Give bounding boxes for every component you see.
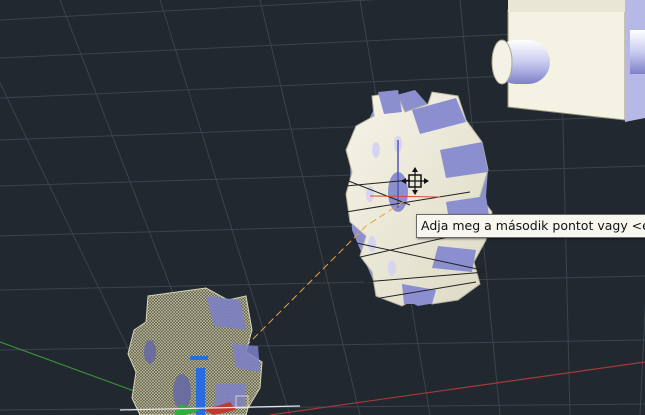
x-axis-line	[269, 361, 645, 415]
drawing-viewport[interactable]: Adja meg a második pontot vagy <első po	[0, 0, 645, 415]
world-axes	[0, 341, 645, 415]
model-space-canvas[interactable]	[0, 0, 645, 415]
command-prompt-tooltip: Adja meg a második pontot vagy <első po	[416, 214, 645, 238]
block-with-shaft[interactable]	[491, 0, 645, 122]
